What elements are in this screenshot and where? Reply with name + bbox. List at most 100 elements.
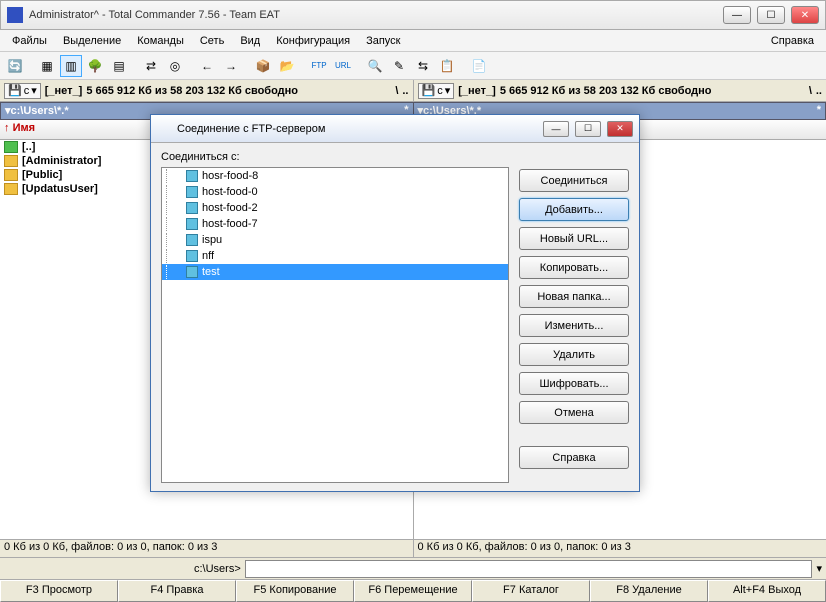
altf4-button[interactable]: Alt+F4 Выход xyxy=(708,580,826,602)
newfolder-button[interactable]: Новая папка... xyxy=(519,285,629,308)
encrypt-button[interactable]: Шифровать... xyxy=(519,372,629,395)
ftp-icon[interactable]: FTP xyxy=(308,55,330,77)
drive-select-left[interactable]: 💾 c ▾ xyxy=(4,83,41,99)
drive-select-right[interactable]: 💾 c ▾ xyxy=(418,83,455,99)
f8-button[interactable]: F8 Удаление xyxy=(590,580,708,602)
minimize-button[interactable]: — xyxy=(723,6,751,24)
search-icon[interactable]: 🔍 xyxy=(364,55,386,77)
up-button-left[interactable]: .. xyxy=(402,85,408,97)
main-titlebar: Administrator^ - Total Commander 7.56 - … xyxy=(0,0,826,30)
view-thumb-icon[interactable]: ▤ xyxy=(108,55,130,77)
f6-button[interactable]: F6 Перемещение xyxy=(354,580,472,602)
menu-launch[interactable]: Запуск xyxy=(358,32,408,50)
menubar: Файлы Выделение Команды Сеть Вид Конфигу… xyxy=(0,30,826,52)
dialog-minimize-button[interactable]: — xyxy=(543,121,569,137)
view-brief-icon[interactable]: ▦ xyxy=(36,55,58,77)
list-item[interactable]: host-food-7 xyxy=(162,216,508,232)
help-button[interactable]: Справка xyxy=(519,446,629,469)
f5-button[interactable]: F5 Копирование xyxy=(236,580,354,602)
fkey-bar: F3 Просмотр F4 Правка F5 Копирование F6 … xyxy=(0,580,826,602)
dialog-body: Соединиться с: hosr-food-8 host-food-0 h… xyxy=(151,143,639,491)
menu-view[interactable]: Вид xyxy=(232,32,268,50)
app-icon xyxy=(7,7,23,23)
window-title: Administrator^ - Total Commander 7.56 - … xyxy=(29,9,717,21)
f4-button[interactable]: F4 Правка xyxy=(118,580,236,602)
connection-list[interactable]: hosr-food-8 host-food-0 host-food-2 host… xyxy=(161,167,509,483)
ftp-site-icon xyxy=(186,202,198,214)
drive-info-right: 5 665 912 Кб из 58 203 132 Кб свободно xyxy=(500,85,712,97)
drive-bar-right: 💾 c ▾ [_нет_] 5 665 912 Кб из 58 203 132… xyxy=(414,80,826,101)
menu-commands[interactable]: Команды xyxy=(129,32,192,50)
view-tree-icon[interactable]: 🌳 xyxy=(84,55,106,77)
copy-button[interactable]: Копировать... xyxy=(519,256,629,279)
dialog-title: Соединение с FTP-сервером xyxy=(177,123,537,135)
root-button-right[interactable]: \ xyxy=(809,85,812,97)
folder-icon xyxy=(4,183,18,195)
drive-label-right: [_нет_] xyxy=(458,85,496,97)
drive-bar-left: 💾 c ▾ [_нет_] 5 665 912 Кб из 58 203 132… xyxy=(0,80,414,101)
up-button-right[interactable]: .. xyxy=(816,85,822,97)
ftp-site-icon xyxy=(186,266,198,278)
list-item[interactable]: nff xyxy=(162,248,508,264)
swap-icon[interactable]: ⇄ xyxy=(140,55,162,77)
drive-bar: 💾 c ▾ [_нет_] 5 665 912 Кб из 58 203 132… xyxy=(0,80,826,102)
save-icon xyxy=(157,122,171,136)
f3-button[interactable]: F3 Просмотр xyxy=(0,580,118,602)
maximize-button[interactable]: ☐ xyxy=(757,6,785,24)
status-bar: 0 Кб из 0 Кб, файлов: 0 из 0, папок: 0 и… xyxy=(0,540,826,558)
ftp-site-icon xyxy=(186,250,198,262)
menu-files[interactable]: Файлы xyxy=(4,32,55,50)
url-icon[interactable]: URL xyxy=(332,55,354,77)
dialog-buttons: Соединиться Добавить... Новый URL... Коп… xyxy=(519,151,629,483)
list-item-selected[interactable]: test xyxy=(162,264,508,280)
list-item[interactable]: host-food-0 xyxy=(162,184,508,200)
dialog-maximize-button[interactable]: ☐ xyxy=(575,121,601,137)
f7-button[interactable]: F7 Каталог xyxy=(472,580,590,602)
ftp-site-icon xyxy=(186,218,198,230)
multirename-icon[interactable]: ✎ xyxy=(388,55,410,77)
drive-label-left: [_нет_] xyxy=(45,85,83,97)
delete-button[interactable]: Удалить xyxy=(519,343,629,366)
list-item[interactable]: hosr-food-8 xyxy=(162,168,508,184)
connect-label: Соединиться с: xyxy=(161,151,509,163)
menu-help[interactable]: Справка xyxy=(763,32,822,50)
pack-icon[interactable]: 📦 xyxy=(252,55,274,77)
folder-icon xyxy=(4,169,18,181)
back-icon[interactable]: ← xyxy=(196,55,218,77)
status-right: 0 Кб из 0 Кб, файлов: 0 из 0, папок: 0 и… xyxy=(414,540,826,557)
cancel-button[interactable]: Отмена xyxy=(519,401,629,424)
ftp-site-icon xyxy=(186,186,198,198)
forward-icon[interactable]: → xyxy=(220,55,242,77)
command-input[interactable] xyxy=(245,560,813,578)
target-icon[interactable]: ◎ xyxy=(164,55,186,77)
menu-net[interactable]: Сеть xyxy=(192,32,232,50)
view-full-icon[interactable]: ▥ xyxy=(60,55,82,77)
sync-icon[interactable]: ⇆ xyxy=(412,55,434,77)
close-button[interactable]: ✕ xyxy=(791,6,819,24)
ftp-site-icon xyxy=(186,170,198,182)
up-icon xyxy=(4,141,18,153)
add-button[interactable]: Добавить... xyxy=(519,198,629,221)
cmd-dropdown-icon[interactable]: ▾ xyxy=(816,562,822,575)
folder-icon xyxy=(4,155,18,167)
dialog-close-button[interactable]: ✕ xyxy=(607,121,633,137)
dialog-titlebar: Соединение с FTP-сервером — ☐ ✕ xyxy=(151,115,639,143)
list-item[interactable]: ispu xyxy=(162,232,508,248)
edit-button[interactable]: Изменить... xyxy=(519,314,629,337)
ftp-dialog: Соединение с FTP-сервером — ☐ ✕ Соединит… xyxy=(150,114,640,492)
notepad-icon[interactable]: 📄 xyxy=(468,55,490,77)
menu-config[interactable]: Конфигурация xyxy=(268,32,358,50)
list-item[interactable]: host-food-2 xyxy=(162,200,508,216)
cmd-prompt: c:\Users> xyxy=(194,563,241,575)
refresh-icon[interactable]: 🔄 xyxy=(4,55,26,77)
root-button-left[interactable]: \ xyxy=(395,85,398,97)
dialog-left: Соединиться с: hosr-food-8 host-food-0 h… xyxy=(161,151,509,483)
copy-names-icon[interactable]: 📋 xyxy=(436,55,458,77)
menu-selection[interactable]: Выделение xyxy=(55,32,129,50)
command-bar: c:\Users> ▾ xyxy=(0,558,826,580)
toolbar: 🔄 ▦ ▥ 🌳 ▤ ⇄ ◎ ← → 📦 📂 FTP URL 🔍 ✎ ⇆ 📋 📄 xyxy=(0,52,826,80)
unpack-icon[interactable]: 📂 xyxy=(276,55,298,77)
connect-button[interactable]: Соединиться xyxy=(519,169,629,192)
status-left: 0 Кб из 0 Кб, файлов: 0 из 0, папок: 0 и… xyxy=(0,540,414,557)
newurl-button[interactable]: Новый URL... xyxy=(519,227,629,250)
